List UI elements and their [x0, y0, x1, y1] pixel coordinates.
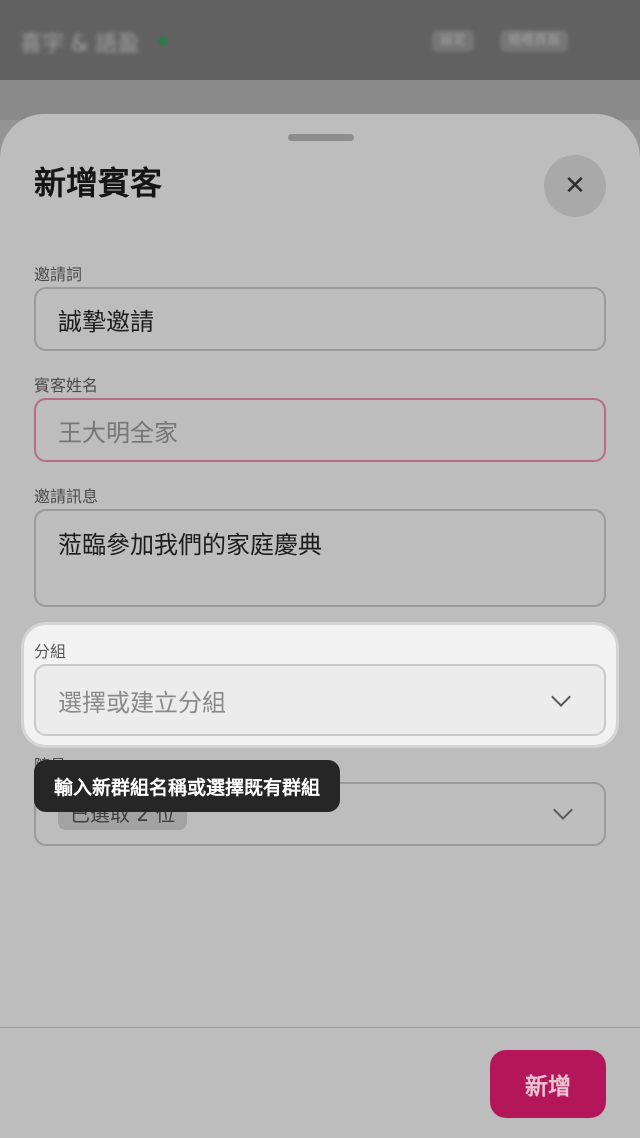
invitation-word-label: 邀請詞: [34, 265, 83, 284]
invitation-word-value: 誠摯邀請: [58, 307, 154, 336]
sheet-grabber[interactable]: [288, 134, 354, 141]
add-button-label: 新增: [525, 1074, 571, 1100]
tooltip-text: 輸入新群組名稱或選擇既有群組: [54, 776, 321, 799]
sheet-title: 新增賓客: [34, 164, 163, 202]
close-icon: ✕: [564, 171, 586, 201]
close-button[interactable]: ✕: [544, 155, 606, 217]
add-guest-button[interactable]: 新增: [490, 1050, 606, 1118]
guest-name-label: 賓客姓名: [34, 376, 99, 395]
guest-name-placeholder: 王大明全家: [58, 418, 178, 447]
invitation-word-input[interactable]: 誠摯邀請: [34, 287, 606, 351]
group-select[interactable]: 選擇或建立分組: [34, 664, 606, 736]
onboarding-tooltip: 輸入新群組名稱或選擇既有群組: [34, 760, 341, 812]
invitation-message-value: 蒞臨參加我們的家庭慶典: [58, 531, 322, 559]
group-label: 分組: [34, 642, 67, 661]
chevron-down-icon: [551, 687, 571, 707]
group-placeholder: 選擇或建立分組: [58, 688, 226, 717]
invitation-message-textarea[interactable]: 蒞臨參加我們的家庭慶典: [34, 509, 606, 607]
guest-name-input[interactable]: 王大明全家: [34, 398, 606, 462]
footer-divider: [0, 1027, 640, 1028]
invitation-message-label: 邀請訊息: [34, 487, 99, 506]
